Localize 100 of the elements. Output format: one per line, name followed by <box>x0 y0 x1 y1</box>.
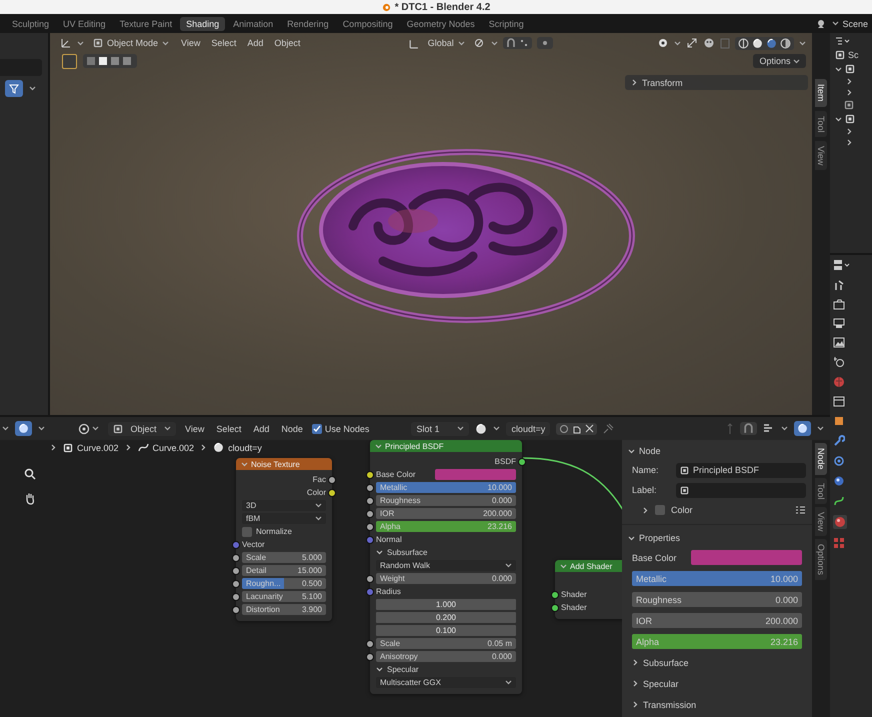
tool-icon[interactable] <box>833 279 845 291</box>
mode-dropdown[interactable]: Object Mode <box>89 36 174 50</box>
color-swatch[interactable] <box>435 469 516 480</box>
socket-icon[interactable] <box>366 575 374 583</box>
gizmo-icon[interactable] <box>686 37 698 49</box>
object-icon[interactable] <box>93 38 103 48</box>
orientation-icon[interactable] <box>408 38 419 48</box>
chevron-icon[interactable] <box>376 666 383 673</box>
scene-label[interactable]: Scene <box>842 18 868 28</box>
chevron-icon[interactable] <box>628 534 635 542</box>
number-field[interactable]: IOR 200.000 <box>632 613 802 628</box>
socket-icon[interactable] <box>366 484 374 492</box>
section-header[interactable]: Specular <box>387 665 419 674</box>
section-header[interactable]: Specular <box>643 678 679 688</box>
socket-icon[interactable] <box>366 510 374 518</box>
socket-icon[interactable] <box>232 606 240 614</box>
chevron-icon[interactable] <box>632 701 639 708</box>
texture-icon[interactable] <box>833 537 845 549</box>
chevron-icon[interactable] <box>200 444 208 451</box>
socket-icon[interactable] <box>551 591 559 599</box>
chevron-icon[interactable] <box>124 444 132 451</box>
workspace-tab[interactable]: Animation <box>227 16 280 30</box>
list-icon[interactable] <box>795 505 806 515</box>
sidebar-tab[interactable]: Item <box>815 79 827 107</box>
sidebar-tab[interactable]: View <box>815 141 827 170</box>
chevron-icon[interactable] <box>50 444 57 451</box>
chevron-icon[interactable] <box>642 506 649 514</box>
options-dropdown[interactable]: Options <box>753 54 806 68</box>
dropdown[interactable]: Random Walk <box>376 560 516 571</box>
sidebar-tab[interactable]: Node <box>815 443 827 475</box>
breadcrumb[interactable]: Curve.002 <box>152 442 194 452</box>
socket-icon[interactable] <box>328 489 336 497</box>
workspace-tab[interactable]: Texture Paint <box>114 16 178 30</box>
shader-type-dropdown[interactable]: Object <box>108 422 176 436</box>
material-preview-icon[interactable] <box>766 38 778 48</box>
number-field[interactable]: IOR 200.000 <box>376 508 516 519</box>
zoom-icon[interactable] <box>24 468 36 480</box>
menu-item[interactable]: Add <box>244 37 266 49</box>
snap-icon[interactable] <box>506 38 516 48</box>
menu-item[interactable]: View <box>178 37 204 49</box>
selection-mode-toggle[interactable] <box>83 54 137 68</box>
socket-icon[interactable] <box>366 523 374 531</box>
rendered-icon[interactable] <box>780 38 792 48</box>
axes-icon[interactable] <box>60 37 72 49</box>
workspace-tab[interactable]: Scripting <box>482 16 530 30</box>
globe-icon[interactable] <box>797 423 808 434</box>
pivot-icon[interactable] <box>474 38 486 48</box>
checkbox[interactable] <box>312 424 322 434</box>
menu-item[interactable]: Object <box>271 37 304 49</box>
breadcrumb[interactable]: cloudt=y <box>228 442 262 452</box>
checkbox[interactable] <box>655 505 665 515</box>
number-field[interactable]: Lacunarity 5.100 <box>242 591 326 602</box>
socket-icon[interactable] <box>232 593 240 601</box>
section-header[interactable]: Subsurface <box>387 548 428 557</box>
socket-icon[interactable] <box>328 476 336 484</box>
number-field[interactable]: Roughness 0.000 <box>632 592 802 607</box>
collection-icon[interactable] <box>833 396 845 407</box>
physics-icon[interactable] <box>833 475 845 487</box>
menu-item[interactable]: View <box>182 422 208 434</box>
node-icon[interactable] <box>680 466 689 474</box>
socket-icon[interactable] <box>232 554 240 562</box>
number-field[interactable]: 0.200 <box>376 612 516 623</box>
workspace-tab[interactable]: Compositing <box>336 16 399 30</box>
chevron-icon[interactable] <box>631 79 638 86</box>
subpanel-title[interactable]: Color <box>671 505 693 515</box>
material-icon[interactable] <box>475 422 488 434</box>
number-field[interactable]: Detail 15.000 <box>242 565 326 576</box>
socket-icon[interactable] <box>366 471 374 479</box>
overlay-icon[interactable] <box>703 37 716 49</box>
checkbox[interactable] <box>242 526 252 536</box>
curve-data-icon[interactable] <box>833 495 845 507</box>
sidebar-tab[interactable]: Tool <box>815 478 827 504</box>
menu-item[interactable]: Add <box>250 422 272 434</box>
overlay-icon[interactable] <box>763 423 775 434</box>
section-header[interactable]: Transmission <box>643 700 696 710</box>
solid-shading-icon[interactable] <box>752 38 764 48</box>
number-field[interactable]: Scale 5.000 <box>242 552 326 563</box>
world-button[interactable] <box>15 421 32 436</box>
socket-icon[interactable] <box>232 567 240 575</box>
dropdown[interactable]: Multiscatter GGX <box>376 677 516 688</box>
camera-icon[interactable] <box>833 299 845 310</box>
close-icon[interactable] <box>585 424 594 432</box>
breadcrumb[interactable]: Curve.002 <box>77 442 119 452</box>
orientation-dropdown[interactable]: Global <box>424 36 469 50</box>
workspace-tab[interactable]: UV Editing <box>57 16 112 30</box>
number-field[interactable]: Anisotropy 0.000 <box>376 651 516 662</box>
number-field[interactable]: 0.100 <box>376 625 516 636</box>
select-tool-button[interactable] <box>62 54 77 68</box>
label-field[interactable] <box>676 482 806 498</box>
image-icon[interactable] <box>833 337 845 348</box>
number-field[interactable]: Distortion 3.900 <box>242 604 326 615</box>
wireframe-icon[interactable] <box>738 38 750 48</box>
value-slider[interactable]: Metallic 10.000 <box>632 571 802 586</box>
dropdown[interactable]: fBM <box>242 513 326 524</box>
printer-icon[interactable] <box>833 318 845 329</box>
section-header[interactable]: Subsurface <box>643 658 689 668</box>
editor-type-icon[interactable] <box>833 259 851 271</box>
node-icon[interactable] <box>680 486 689 494</box>
workspace-tab[interactable]: Sculpting <box>6 16 56 30</box>
menu-item[interactable]: Select <box>213 422 244 434</box>
